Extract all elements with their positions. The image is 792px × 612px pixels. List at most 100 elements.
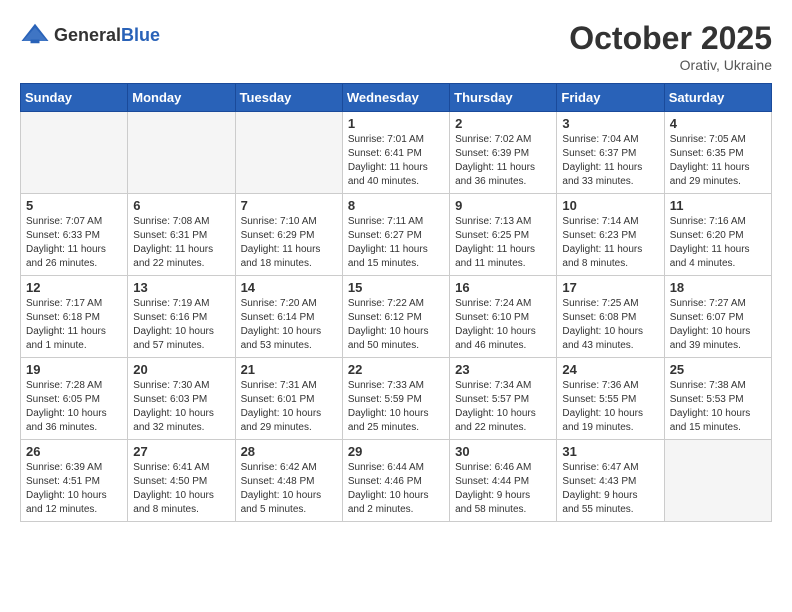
day-info: Sunrise: 7:22 AM Sunset: 6:12 PM Dayligh… bbox=[348, 297, 444, 353]
day-info: Sunrise: 7:14 AM Sunset: 6:23 PM Dayligh… bbox=[562, 215, 658, 271]
day-number: 2 bbox=[455, 116, 551, 131]
calendar-day-16: 16 Sunrise: 7:24 AM Sunset: 6:10 PM Dayli… bbox=[450, 276, 557, 358]
day-info: Sunrise: 6:47 AM Sunset: 4:43 PM Dayligh… bbox=[562, 461, 658, 517]
day-number: 16 bbox=[455, 280, 551, 295]
calendar-week-row: 5Sunrise: 7:07 AM Sunset: 6:33 PM Daylig… bbox=[21, 194, 772, 276]
weekday-header-friday: Friday bbox=[557, 84, 664, 112]
calendar-day-26: 26Sunrise: 6:39 AM Sunset: 4:51 PM Dayli… bbox=[21, 440, 128, 522]
calendar-day-20: 20 Sunrise: 7:30 AM Sunset: 6:03 PM Dayli… bbox=[128, 358, 235, 440]
calendar-day-10: 10 Sunrise: 7:14 AM Sunset: 6:23 PM Dayli… bbox=[557, 194, 664, 276]
day-info: Sunrise: 7:17 AM Sunset: 6:18 PM Dayligh… bbox=[26, 297, 122, 353]
calendar-day-6: 6 Sunrise: 7:08 AM Sunset: 6:31 PM Daylig… bbox=[128, 194, 235, 276]
day-info: Sunrise: 7:36 AM Sunset: 5:55 PM Dayligh… bbox=[562, 379, 658, 435]
day-number: 5 bbox=[26, 198, 122, 213]
day-info: Sunrise: 6:46 AM Sunset: 4:44 PM Dayligh… bbox=[455, 461, 551, 517]
calendar-day-15: 15 Sunrise: 7:22 AM Sunset: 6:12 PM Dayli… bbox=[342, 276, 449, 358]
day-info: Sunrise: 7:08 AM Sunset: 6:31 PM Dayligh… bbox=[133, 215, 229, 271]
calendar-day-8: 8 Sunrise: 7:11 AM Sunset: 6:27 PM Daylig… bbox=[342, 194, 449, 276]
day-number: 25 bbox=[670, 362, 766, 377]
day-info: Sunrise: 7:19 AM Sunset: 6:16 PM Dayligh… bbox=[133, 297, 229, 353]
day-number: 7 bbox=[241, 198, 337, 213]
day-info: Sunrise: 7:33 AM Sunset: 5:59 PM Dayligh… bbox=[348, 379, 444, 435]
calendar-day-29: 29Sunrise: 6:44 AM Sunset: 4:46 PM Dayli… bbox=[342, 440, 449, 522]
day-number: 26 bbox=[26, 444, 122, 459]
calendar-empty-cell bbox=[128, 112, 235, 194]
weekday-header-sunday: Sunday bbox=[21, 84, 128, 112]
day-info: Sunrise: 7:13 AM Sunset: 6:25 PM Dayligh… bbox=[455, 215, 551, 271]
day-info: Sunrise: 7:10 AM Sunset: 6:29 PM Dayligh… bbox=[241, 215, 337, 271]
calendar-day-11: 11Sunrise: 7:16 AM Sunset: 6:20 PM Dayli… bbox=[664, 194, 771, 276]
month-year-title: October 2025 bbox=[569, 20, 772, 57]
day-info: Sunrise: 6:44 AM Sunset: 4:46 PM Dayligh… bbox=[348, 461, 444, 517]
day-info: Sunrise: 7:31 AM Sunset: 6:01 PM Dayligh… bbox=[241, 379, 337, 435]
calendar-day-31: 31 Sunrise: 6:47 AM Sunset: 4:43 PM Dayli… bbox=[557, 440, 664, 522]
calendar-day-30: 30Sunrise: 6:46 AM Sunset: 4:44 PM Dayli… bbox=[450, 440, 557, 522]
day-number: 15 bbox=[348, 280, 444, 295]
logo-blue-text: Blue bbox=[121, 25, 160, 46]
day-number: 4 bbox=[670, 116, 766, 131]
day-info: Sunrise: 6:41 AM Sunset: 4:50 PM Dayligh… bbox=[133, 461, 229, 517]
calendar-day-28: 28 Sunrise: 6:42 AM Sunset: 4:48 PM Dayli… bbox=[235, 440, 342, 522]
calendar-day-25: 25 Sunrise: 7:38 AM Sunset: 5:53 PM Dayli… bbox=[664, 358, 771, 440]
calendar-empty-cell bbox=[235, 112, 342, 194]
day-number: 31 bbox=[562, 444, 658, 459]
calendar-day-14: 14Sunrise: 7:20 AM Sunset: 6:14 PM Dayli… bbox=[235, 276, 342, 358]
day-number: 8 bbox=[348, 198, 444, 213]
calendar-day-18: 18 Sunrise: 7:27 AM Sunset: 6:07 PM Dayli… bbox=[664, 276, 771, 358]
logo-icon bbox=[20, 20, 50, 50]
day-number: 21 bbox=[241, 362, 337, 377]
day-info: Sunrise: 7:27 AM Sunset: 6:07 PM Dayligh… bbox=[670, 297, 766, 353]
day-number: 18 bbox=[670, 280, 766, 295]
calendar-day-5: 5Sunrise: 7:07 AM Sunset: 6:33 PM Daylig… bbox=[21, 194, 128, 276]
day-info: Sunrise: 7:30 AM Sunset: 6:03 PM Dayligh… bbox=[133, 379, 229, 435]
day-number: 1 bbox=[348, 116, 444, 131]
day-info: Sunrise: 7:16 AM Sunset: 6:20 PM Dayligh… bbox=[670, 215, 766, 271]
day-info: Sunrise: 7:34 AM Sunset: 5:57 PM Dayligh… bbox=[455, 379, 551, 435]
day-number: 27 bbox=[133, 444, 229, 459]
day-info: Sunrise: 7:24 AM Sunset: 6:10 PM Dayligh… bbox=[455, 297, 551, 353]
day-info: Sunrise: 7:38 AM Sunset: 5:53 PM Dayligh… bbox=[670, 379, 766, 435]
day-number: 17 bbox=[562, 280, 658, 295]
location-subtitle: Orativ, Ukraine bbox=[569, 57, 772, 73]
day-number: 9 bbox=[455, 198, 551, 213]
day-number: 28 bbox=[241, 444, 337, 459]
weekday-header-row: SundayMondayTuesdayWednesdayThursdayFrid… bbox=[21, 84, 772, 112]
day-info: Sunrise: 7:02 AM Sunset: 6:39 PM Dayligh… bbox=[455, 133, 551, 189]
day-info: Sunrise: 7:01 AM Sunset: 6:41 PM Dayligh… bbox=[348, 133, 444, 189]
weekday-header-wednesday: Wednesday bbox=[342, 84, 449, 112]
weekday-header-monday: Monday bbox=[128, 84, 235, 112]
calendar-week-row: 19 Sunrise: 7:28 AM Sunset: 6:05 PM Dayli… bbox=[21, 358, 772, 440]
calendar-table: SundayMondayTuesdayWednesdayThursdayFrid… bbox=[20, 83, 772, 522]
calendar-day-3: 3 Sunrise: 7:04 AM Sunset: 6:37 PM Daylig… bbox=[557, 112, 664, 194]
day-info: Sunrise: 7:28 AM Sunset: 6:05 PM Dayligh… bbox=[26, 379, 122, 435]
day-info: Sunrise: 7:04 AM Sunset: 6:37 PM Dayligh… bbox=[562, 133, 658, 189]
calendar-day-1: 1 Sunrise: 7:01 AM Sunset: 6:41 PM Daylig… bbox=[342, 112, 449, 194]
calendar-week-row: 12Sunrise: 7:17 AM Sunset: 6:18 PM Dayli… bbox=[21, 276, 772, 358]
day-number: 20 bbox=[133, 362, 229, 377]
calendar-day-19: 19 Sunrise: 7:28 AM Sunset: 6:05 PM Dayli… bbox=[21, 358, 128, 440]
weekday-header-saturday: Saturday bbox=[664, 84, 771, 112]
calendar-day-17: 17Sunrise: 7:25 AM Sunset: 6:08 PM Dayli… bbox=[557, 276, 664, 358]
weekday-header-thursday: Thursday bbox=[450, 84, 557, 112]
calendar-day-9: 9 Sunrise: 7:13 AM Sunset: 6:25 PM Daylig… bbox=[450, 194, 557, 276]
calendar-day-12: 12Sunrise: 7:17 AM Sunset: 6:18 PM Dayli… bbox=[21, 276, 128, 358]
logo-text: General Blue bbox=[54, 25, 160, 46]
calendar-day-21: 21 Sunrise: 7:31 AM Sunset: 6:01 PM Dayli… bbox=[235, 358, 342, 440]
day-number: 3 bbox=[562, 116, 658, 131]
day-info: Sunrise: 7:05 AM Sunset: 6:35 PM Dayligh… bbox=[670, 133, 766, 189]
day-info: Sunrise: 7:11 AM Sunset: 6:27 PM Dayligh… bbox=[348, 215, 444, 271]
page-header: General Blue October 2025 Orativ, Ukrain… bbox=[20, 20, 772, 73]
calendar-week-row: 1 Sunrise: 7:01 AM Sunset: 6:41 PM Daylig… bbox=[21, 112, 772, 194]
day-number: 10 bbox=[562, 198, 658, 213]
calendar-day-22: 22Sunrise: 7:33 AM Sunset: 5:59 PM Dayli… bbox=[342, 358, 449, 440]
day-number: 6 bbox=[133, 198, 229, 213]
day-info: Sunrise: 7:20 AM Sunset: 6:14 PM Dayligh… bbox=[241, 297, 337, 353]
calendar-empty-cell bbox=[21, 112, 128, 194]
calendar-day-13: 13Sunrise: 7:19 AM Sunset: 6:16 PM Dayli… bbox=[128, 276, 235, 358]
calendar-day-2: 2 Sunrise: 7:02 AM Sunset: 6:39 PM Daylig… bbox=[450, 112, 557, 194]
logo-general-text: General bbox=[54, 25, 121, 46]
day-number: 19 bbox=[26, 362, 122, 377]
weekday-header-tuesday: Tuesday bbox=[235, 84, 342, 112]
logo: General Blue bbox=[20, 20, 160, 50]
day-info: Sunrise: 6:42 AM Sunset: 4:48 PM Dayligh… bbox=[241, 461, 337, 517]
